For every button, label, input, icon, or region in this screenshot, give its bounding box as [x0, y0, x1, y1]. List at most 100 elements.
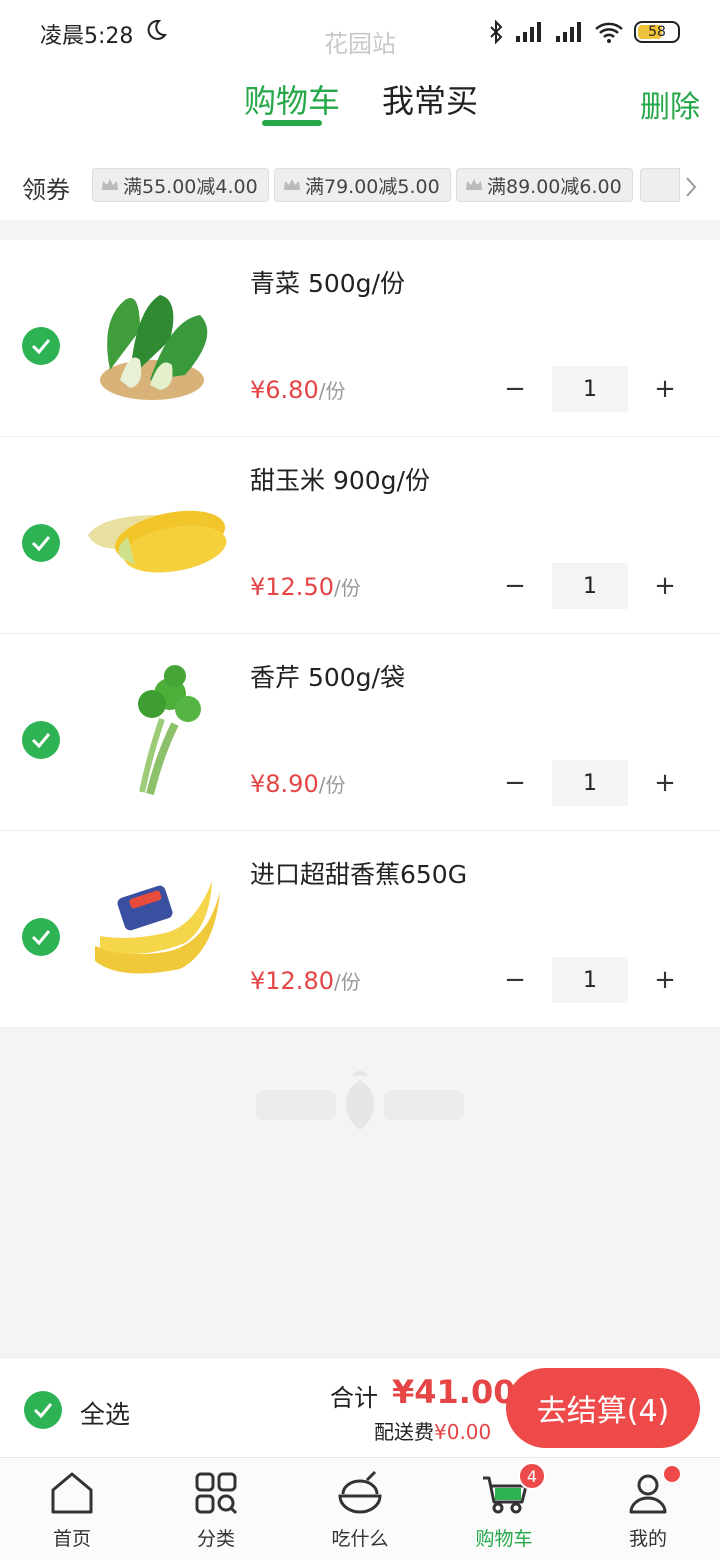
coupon-chip[interactable]: 满79.00减5.00 — [274, 168, 451, 202]
quantity-value[interactable]: 1 — [552, 366, 628, 412]
coupon-label: 领券 — [22, 176, 70, 204]
status-icons: 58 — [488, 18, 680, 46]
sweet-corn-image — [88, 510, 227, 573]
item-price: ¥6.80/份 — [250, 375, 345, 404]
quantity-stepper: − 1 + — [496, 563, 684, 609]
decrease-button[interactable]: − — [496, 567, 534, 605]
bok-choy-image — [100, 295, 208, 400]
check-icon — [31, 339, 51, 355]
cart-list: 青菜 500g/份 ¥6.80/份 − 1 + 甜玉米 900g/份 ¥12.5… — [0, 240, 720, 1028]
header: 购物车 我常买 删除 — [0, 64, 720, 154]
celery-image — [138, 665, 201, 795]
price-value: ¥8.90 — [250, 770, 319, 798]
coupon-text: 满79.00减5.00 — [305, 175, 440, 198]
coupon-chip[interactable]: 满55.00减4.00 — [92, 168, 269, 202]
total-value: ¥41.00 — [392, 1373, 516, 1411]
price-unit: /份 — [333, 970, 361, 994]
decrease-button[interactable]: − — [496, 370, 534, 408]
increase-button[interactable]: + — [646, 764, 684, 802]
increase-button[interactable]: + — [646, 370, 684, 408]
cart-item[interactable]: 甜玉米 900g/份 ¥12.50/份 − 1 + — [0, 437, 720, 634]
chevron-right-icon[interactable] — [684, 176, 698, 198]
category-icon — [195, 1472, 238, 1515]
bluetooth-icon — [490, 20, 503, 44]
tab-label: 吃什么 — [331, 1528, 389, 1550]
item-price: ¥8.90/份 — [250, 769, 345, 798]
increase-button[interactable]: + — [646, 961, 684, 999]
price-unit: /份 — [318, 773, 346, 797]
item-name: 香芹 500g/袋 — [250, 663, 405, 692]
tab-cart-nav[interactable]: 4 购物车 — [432, 1458, 576, 1560]
total-label: 合计 — [330, 1384, 378, 1412]
check-icon — [31, 733, 51, 749]
quantity-value[interactable]: 1 — [552, 760, 628, 806]
increase-button[interactable]: + — [646, 567, 684, 605]
item-name: 青菜 500g/份 — [250, 269, 405, 298]
check-icon — [33, 1403, 53, 1419]
tab-label: 购物车 — [475, 1528, 533, 1550]
price-value: ¥12.50 — [250, 573, 334, 601]
battery-icon: 58 — [634, 21, 680, 43]
coupon-text: 满55.00减4.00 — [123, 175, 258, 198]
checkout-bar: 全选 合计 ¥41.00 配送费¥0.00 去结算(4) — [0, 1357, 720, 1457]
delivery-fee: 配送费¥0.00 — [374, 1416, 491, 1445]
cart-item[interactable]: 香芹 500g/袋 ¥8.90/份 − 1 + — [0, 634, 720, 831]
signal-icon — [516, 22, 541, 42]
item-check[interactable] — [22, 327, 60, 365]
check-icon — [31, 536, 51, 552]
price-unit: /份 — [333, 576, 361, 600]
tab-home[interactable]: 首页 — [0, 1458, 144, 1560]
item-check[interactable] — [22, 721, 60, 759]
select-all-label[interactable]: 全选 — [80, 1395, 130, 1431]
bowl-icon — [338, 1470, 382, 1514]
price-unit: /份 — [318, 379, 346, 403]
item-check[interactable] — [22, 918, 60, 956]
check-icon — [31, 930, 51, 946]
coupon-text: 满89.00减6.00 — [487, 175, 622, 198]
tab-label: 首页 — [52, 1528, 91, 1550]
coupon-chip-partial[interactable] — [640, 168, 680, 202]
tab-often-bought[interactable]: 我常买 — [382, 76, 478, 122]
delivery-fee-value: ¥0.00 — [434, 1420, 492, 1444]
bananas-image — [95, 881, 220, 974]
crown-icon — [102, 179, 118, 190]
price-value: ¥6.80 — [250, 376, 319, 404]
tab-cart[interactable]: 购物车 — [244, 76, 340, 122]
status-bar: 凌晨5:28 花园站 58 — [0, 0, 720, 64]
home-icon — [51, 1472, 93, 1514]
quantity-stepper: − 1 + — [496, 760, 684, 806]
item-check[interactable] — [22, 524, 60, 562]
select-all-check[interactable] — [24, 1391, 62, 1429]
notification-dot — [664, 1466, 680, 1482]
quantity-value[interactable]: 1 — [552, 957, 628, 1003]
quantity-stepper: − 1 + — [496, 366, 684, 412]
tab-label: 分类 — [196, 1528, 235, 1550]
quantity-stepper: − 1 + — [496, 957, 684, 1003]
tab-label: 我的 — [628, 1528, 667, 1550]
crown-icon — [284, 179, 300, 190]
tab-category[interactable]: 分类 — [144, 1458, 288, 1560]
quantity-value[interactable]: 1 — [552, 563, 628, 609]
decrease-button[interactable]: − — [496, 764, 534, 802]
cart-count-badge: 4 — [518, 1462, 546, 1490]
price-value: ¥12.80 — [250, 967, 334, 995]
cart-item[interactable]: 进口超甜香蕉650G ¥12.80/份 − 1 + — [0, 831, 720, 1028]
item-name: 甜玉米 900g/份 — [250, 466, 430, 495]
crown-icon — [466, 179, 482, 190]
cart-item[interactable]: 青菜 500g/份 ¥6.80/份 − 1 + — [0, 240, 720, 437]
coupon-chip[interactable]: 满89.00减6.00 — [456, 168, 633, 202]
delivery-label: 配送费 — [374, 1420, 434, 1444]
battery-level: 58 — [648, 24, 666, 40]
delete-button[interactable]: 删除 — [640, 82, 700, 126]
tab-underline — [262, 120, 322, 126]
tab-what-to-eat[interactable]: 吃什么 — [288, 1458, 432, 1560]
coupon-bar: 领券 满55.00减4.00 满79.00减5.00 满89.00减6.00 — [0, 154, 720, 220]
decrease-button[interactable]: − — [496, 961, 534, 999]
tab-profile[interactable]: 我的 — [576, 1458, 720, 1560]
bottom-tab-bar: 首页 分类 吃什么 4 购物车 我的 — [0, 1457, 720, 1560]
signal-icon-2 — [556, 22, 581, 42]
brand-watermark-logo — [256, 1071, 464, 1130]
item-price: ¥12.50/份 — [250, 572, 361, 601]
checkout-button[interactable]: 去结算(4) — [506, 1368, 700, 1448]
item-name: 进口超甜香蕉650G — [250, 860, 468, 889]
